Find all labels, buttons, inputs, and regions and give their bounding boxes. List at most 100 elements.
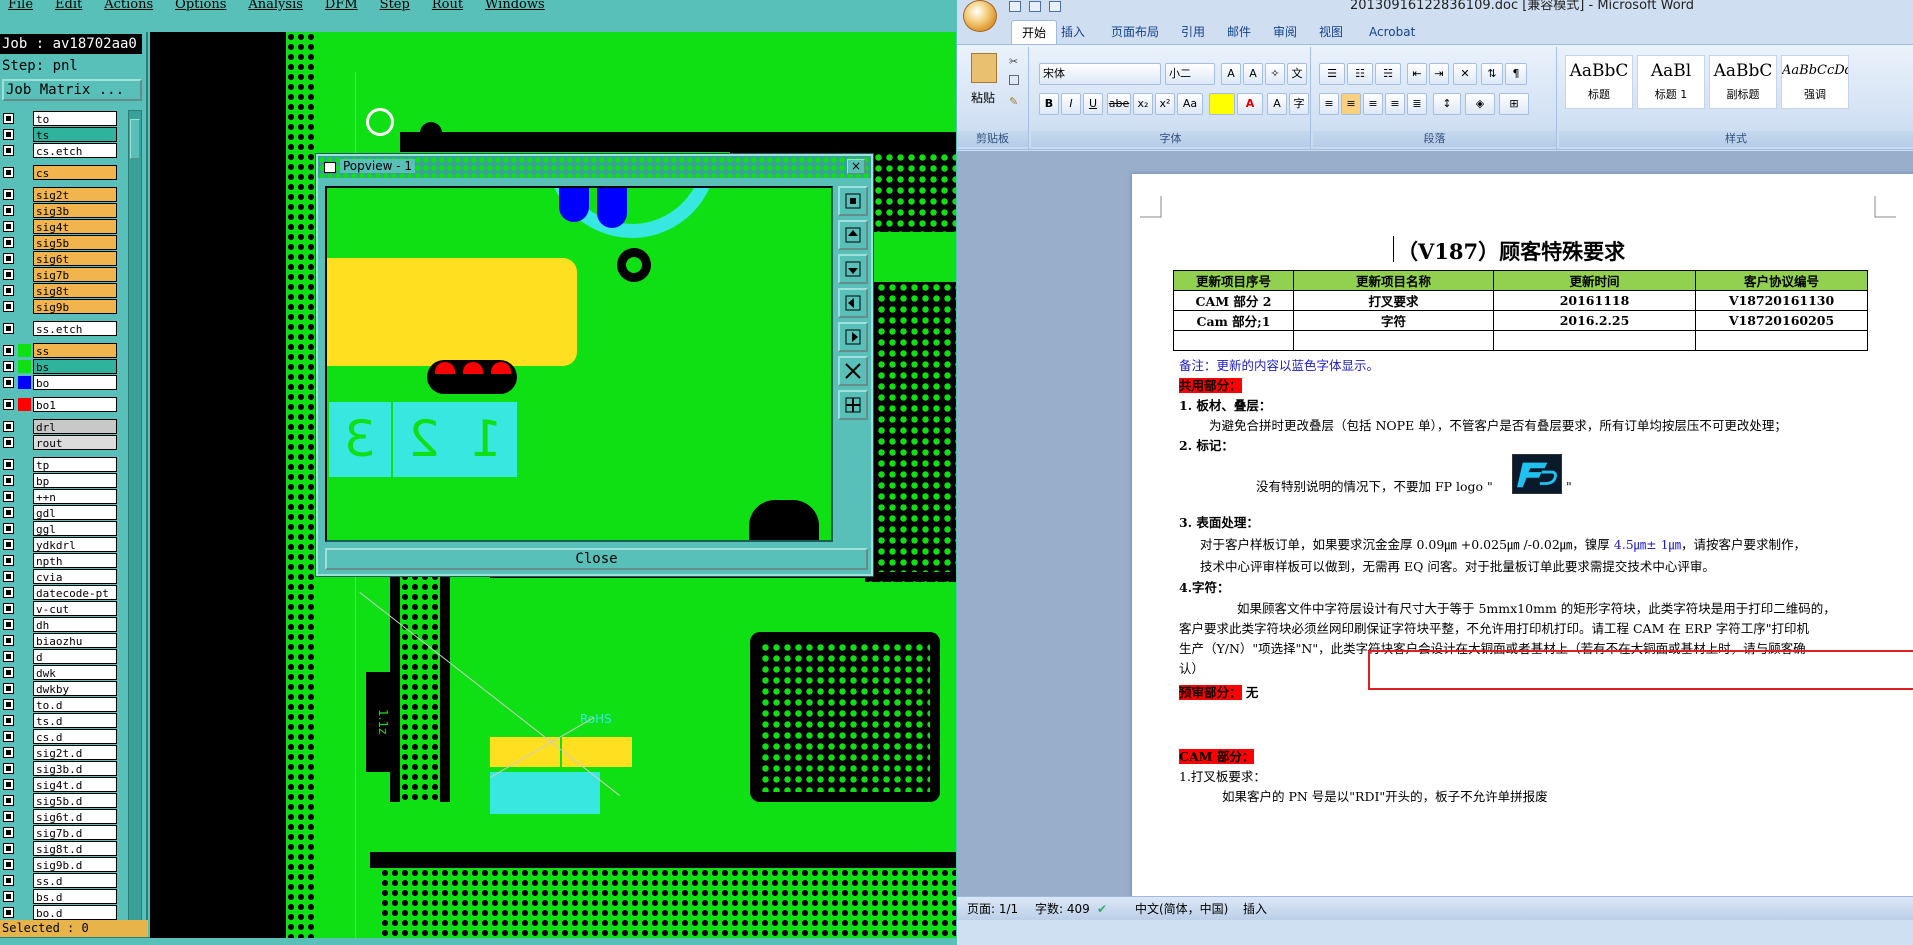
layer-name[interactable]: sig5b — [33, 235, 117, 250]
font-name-select[interactable]: 宋体 — [1039, 63, 1161, 85]
layer-checkbox[interactable] — [3, 539, 14, 550]
layer-checkbox[interactable] — [3, 795, 14, 806]
bullets-icon[interactable]: ☰ — [1319, 63, 1345, 85]
layer-checkbox[interactable] — [3, 237, 14, 248]
layer-row[interactable]: ss.d — [0, 872, 122, 888]
justify-icon[interactable]: ≡ — [1385, 93, 1405, 115]
layer-checkbox[interactable] — [3, 285, 14, 296]
layer-name[interactable]: sig8t.d — [33, 841, 117, 856]
layer-name[interactable]: tp — [33, 457, 117, 472]
layer-checkbox[interactable] — [3, 421, 14, 432]
layer-name[interactable]: biaozhu — [33, 633, 117, 648]
layer-row[interactable]: sig8t — [0, 282, 122, 298]
layer-name[interactable]: ggl — [33, 521, 117, 536]
layer-row[interactable]: sig7b — [0, 266, 122, 282]
layer-name[interactable]: sig2t.d — [33, 745, 117, 760]
layer-name[interactable]: ts — [33, 127, 117, 142]
layer-checkbox[interactable] — [3, 523, 14, 534]
layer-checkbox[interactable] — [3, 907, 14, 918]
underline-button[interactable]: U — [1083, 93, 1103, 115]
layer-row[interactable]: d — [0, 648, 122, 664]
layer-checkbox[interactable] — [3, 113, 14, 124]
layer-name[interactable]: cs.d — [33, 729, 117, 744]
layer-name[interactable]: bo — [33, 375, 117, 390]
save-icon[interactable] — [1009, 1, 1021, 12]
layer-name[interactable]: bp — [33, 473, 117, 488]
layer-checkbox[interactable] — [3, 323, 14, 334]
layer-row[interactable]: sig8t.d — [0, 840, 122, 856]
layer-name[interactable]: bs — [33, 359, 117, 374]
paste-icon[interactable] — [971, 53, 997, 83]
shading-icon[interactable]: ◈ — [1465, 93, 1495, 115]
tab-5[interactable]: 审阅 — [1273, 20, 1297, 44]
layer-name[interactable]: bo.d — [33, 905, 117, 920]
menu-edit[interactable]: Edit — [55, 0, 82, 11]
layer-checkbox[interactable] — [3, 253, 14, 264]
layer-name[interactable]: ss — [33, 343, 117, 358]
layer-list-scrollbar[interactable] — [128, 110, 142, 942]
layer-row[interactable]: dh — [0, 616, 122, 632]
redo-icon[interactable] — [1049, 1, 1061, 12]
layer-row[interactable]: cs.etch — [0, 142, 122, 158]
bold-button[interactable]: B — [1039, 93, 1059, 115]
layer-row[interactable]: dwkby — [0, 680, 122, 696]
align-left-icon[interactable]: ≡ — [1319, 93, 1339, 115]
layer-name[interactable]: rout — [33, 435, 117, 450]
layer-row[interactable]: cs — [0, 164, 122, 180]
multilevel-list-icon[interactable]: ☵ — [1375, 63, 1401, 85]
borders-icon[interactable]: ⊞ — [1499, 93, 1529, 115]
pan-right-icon[interactable] — [838, 322, 868, 352]
layer-name[interactable]: ts.d — [33, 713, 117, 728]
layer-checkbox[interactable] — [3, 779, 14, 790]
layer-row[interactable]: tp — [0, 456, 122, 472]
layer-checkbox[interactable] — [3, 345, 14, 356]
layer-checkbox[interactable] — [3, 145, 14, 156]
layer-row[interactable]: rout — [0, 434, 122, 450]
tab-7[interactable]: Acrobat — [1369, 20, 1415, 44]
menu-options[interactable]: Options — [175, 0, 226, 11]
undo-icon[interactable] — [1029, 1, 1041, 12]
layer-checkbox[interactable] — [3, 651, 14, 662]
layer-checkbox[interactable] — [3, 377, 14, 388]
shrink-font-icon[interactable]: A — [1243, 63, 1263, 85]
layer-name[interactable]: sig4t — [33, 219, 117, 234]
phonetic-icon[interactable]: 文 — [1287, 63, 1307, 85]
layer-checkbox[interactable] — [3, 301, 14, 312]
proofing-icon[interactable]: ✔ — [1097, 897, 1107, 921]
layer-row[interactable]: bo.d — [0, 904, 122, 920]
layer-checkbox[interactable] — [3, 189, 14, 200]
tab-3[interactable]: 引用 — [1181, 20, 1205, 44]
layer-checkbox[interactable] — [3, 763, 14, 774]
paste-button[interactable]: 粘贴 — [971, 89, 995, 106]
layer-row[interactable]: sig2t — [0, 186, 122, 202]
layer-name[interactable]: bo1 — [33, 397, 117, 412]
word-titlebar[interactable]: 20130916122836109.doc [兼容模式] - Microsoft… — [957, 0, 1913, 16]
layer-name[interactable]: sig4t.d — [33, 777, 117, 792]
layer-row[interactable]: gdl — [0, 504, 122, 520]
zoom-in-icon[interactable] — [838, 356, 868, 386]
layer-checkbox[interactable] — [3, 715, 14, 726]
layer-name[interactable]: sig9b.d — [33, 857, 117, 872]
layer-name[interactable]: sig6t — [33, 251, 117, 266]
layer-name[interactable]: cvia — [33, 569, 117, 584]
layer-checkbox[interactable] — [3, 747, 14, 758]
menu-step[interactable]: Step — [380, 0, 410, 11]
layer-row[interactable]: ss.etch — [0, 320, 122, 336]
highlight-icon[interactable] — [1209, 93, 1235, 115]
asian-layout-icon[interactable]: ✕ — [1453, 63, 1477, 85]
layer-row[interactable]: bs — [0, 358, 122, 374]
layer-row[interactable]: sig7b.d — [0, 824, 122, 840]
layer-name[interactable]: npth — [33, 553, 117, 568]
layer-row[interactable]: cvia — [0, 568, 122, 584]
tab-2[interactable]: 页面布局 — [1111, 20, 1159, 44]
superscript-button[interactable]: x² — [1155, 93, 1175, 115]
style-option[interactable]: AaBbC 标题 — [1565, 55, 1633, 109]
layer-checkbox[interactable] — [3, 221, 14, 232]
tab-4[interactable]: 邮件 — [1227, 20, 1251, 44]
layer-name[interactable]: sig3b — [33, 203, 117, 218]
copy-icon[interactable] — [1009, 75, 1019, 85]
layer-name[interactable]: dh — [33, 617, 117, 632]
layer-row[interactable]: sig3b — [0, 202, 122, 218]
pan-left-icon[interactable] — [838, 288, 868, 318]
layer-row[interactable]: datecode-pt — [0, 584, 122, 600]
